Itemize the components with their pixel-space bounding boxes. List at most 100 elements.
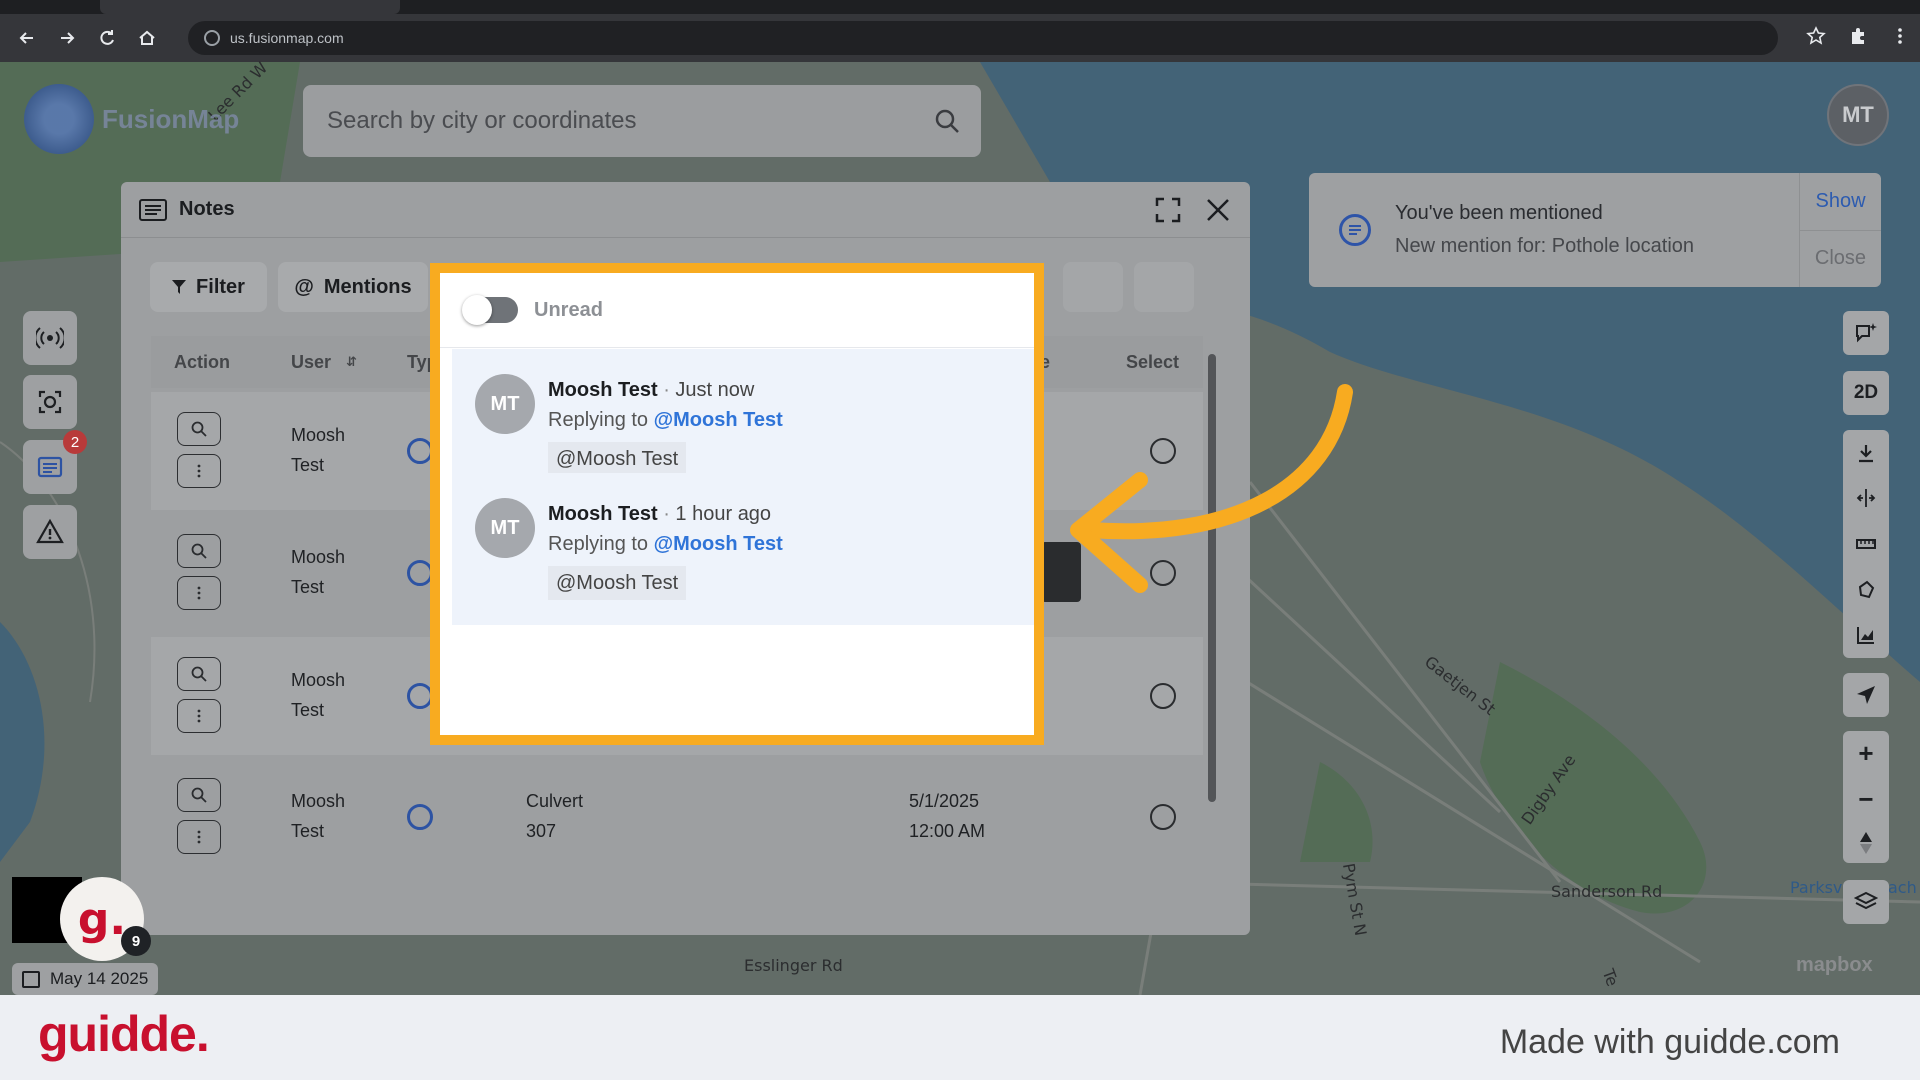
home-icon[interactable] bbox=[134, 25, 160, 51]
row-select-checkbox[interactable] bbox=[1150, 683, 1176, 709]
row-menu-button[interactable] bbox=[177, 820, 221, 854]
draw-polygon-icon[interactable] bbox=[1855, 579, 1877, 601]
zoom-to-note-button[interactable] bbox=[177, 778, 221, 812]
calendar-icon bbox=[22, 970, 40, 988]
reload-icon[interactable] bbox=[94, 25, 120, 51]
notes-count-badge: 2 bbox=[63, 430, 87, 454]
mention-avatar: MT bbox=[475, 498, 535, 558]
mentions-popup: Unread MT Moosh Test · Just now Replying… bbox=[430, 263, 1044, 745]
row-note-date: 5/1/2025 12:00 AM bbox=[909, 791, 986, 841]
scan-button[interactable] bbox=[23, 375, 77, 429]
bookmark-star-icon[interactable] bbox=[1806, 26, 1826, 46]
forward-icon[interactable] bbox=[54, 25, 80, 51]
replying-to-link[interactable]: @Moosh Test bbox=[654, 409, 783, 431]
annotation-arrow-icon bbox=[1070, 384, 1353, 593]
table-row[interactable]: Moosh Test Culvert 307 5/1/2025 12:00 AM bbox=[151, 758, 1203, 876]
broadcast-button[interactable] bbox=[23, 311, 77, 365]
toast-title: You've been mentioned bbox=[1395, 202, 1603, 224]
url-text: us.fusionmap.com bbox=[230, 30, 344, 46]
browser-menu-icon[interactable] bbox=[1890, 26, 1910, 46]
mention-item[interactable]: MT Moosh Test · 1 hour ago Replying to @… bbox=[452, 473, 1034, 625]
toast-close-button[interactable]: Close bbox=[1800, 231, 1881, 288]
row-menu-button[interactable] bbox=[177, 576, 221, 610]
column-user[interactable]: User bbox=[291, 352, 331, 373]
magnify-icon bbox=[191, 787, 207, 803]
more-vertical-icon bbox=[197, 830, 201, 844]
alerts-button[interactable] bbox=[23, 505, 77, 559]
notes-list-icon bbox=[139, 198, 167, 221]
map-road-label: Esslinger Rd bbox=[744, 956, 843, 975]
app-logo[interactable]: FusionMap bbox=[24, 84, 239, 154]
mentions-button[interactable]: @ Mentions bbox=[278, 262, 428, 312]
row-user: Moosh Test bbox=[291, 791, 346, 841]
split-view-icon[interactable] bbox=[1855, 487, 1877, 509]
locate-button[interactable] bbox=[1843, 673, 1889, 717]
extensions-icon[interactable] bbox=[1848, 26, 1868, 46]
zoom-to-note-button[interactable] bbox=[177, 412, 221, 446]
view-mode-button[interactable]: 2D bbox=[1843, 371, 1889, 415]
navigation-arrow-icon bbox=[1857, 686, 1875, 704]
mapbox-attribution[interactable]: mapbox bbox=[1796, 954, 1873, 977]
toast-show-button[interactable]: Show bbox=[1800, 173, 1881, 231]
user-avatar[interactable]: MT bbox=[1827, 84, 1889, 146]
export-button[interactable] bbox=[1063, 262, 1123, 312]
mention-avatar: MT bbox=[475, 374, 535, 434]
address-bar[interactable]: us.fusionmap.com bbox=[188, 21, 1778, 55]
warning-icon bbox=[36, 518, 64, 544]
logo-text: FusionMap bbox=[102, 103, 240, 134]
note-type-icon bbox=[407, 804, 433, 830]
row-menu-button[interactable] bbox=[177, 454, 221, 488]
row-menu-button[interactable] bbox=[177, 699, 221, 733]
row-user: Moosh Test bbox=[291, 547, 346, 597]
notes-icon bbox=[37, 456, 63, 478]
filter-label: Filter bbox=[196, 275, 245, 298]
notes-header: Notes bbox=[121, 182, 1250, 238]
mention-body: @Moosh Test bbox=[548, 566, 687, 600]
delete-button[interactable] bbox=[1134, 262, 1194, 312]
mention-time: Just now bbox=[675, 379, 755, 401]
row-select-checkbox[interactable] bbox=[1150, 804, 1176, 830]
guidde-count-badge: 9 bbox=[121, 926, 151, 956]
guidde-logo: guidde. bbox=[38, 1006, 210, 1062]
ai-sparkle-icon bbox=[1856, 323, 1877, 343]
ai-assistant-button[interactable] bbox=[1843, 311, 1889, 355]
browser-tab-strip bbox=[0, 0, 1920, 14]
guidde-footer: guidde. Made with guidde.com bbox=[0, 995, 1920, 1080]
unread-toggle[interactable] bbox=[462, 295, 518, 325]
row-user: Moosh Test bbox=[291, 425, 346, 475]
close-icon[interactable] bbox=[1204, 196, 1232, 224]
magnify-icon bbox=[191, 543, 207, 559]
date-display[interactable]: May 14 2025 bbox=[12, 963, 159, 995]
mention-time: 1 hour ago bbox=[675, 503, 772, 525]
replying-to-link[interactable]: @Moosh Test bbox=[654, 533, 783, 555]
magnify-icon bbox=[191, 421, 207, 437]
mention-author: Moosh Test bbox=[548, 503, 658, 525]
magnify-icon bbox=[191, 666, 207, 682]
expand-icon[interactable] bbox=[1154, 196, 1182, 224]
search-placeholder: Search by city or coordinates bbox=[327, 107, 637, 134]
chart-icon[interactable] bbox=[1855, 624, 1877, 646]
fusionmap-logo-icon bbox=[24, 84, 94, 154]
mention-author: Moosh Test bbox=[548, 379, 658, 401]
browser-tab[interactable] bbox=[100, 0, 400, 14]
compass-icon[interactable] bbox=[1856, 830, 1876, 856]
sort-icon[interactable]: ⇵ bbox=[346, 354, 357, 370]
search-icon[interactable] bbox=[933, 107, 961, 135]
mention-body: @Moosh Test bbox=[548, 442, 687, 476]
site-info-icon[interactable] bbox=[204, 30, 220, 46]
search-input[interactable]: Search by city or coordinates bbox=[303, 85, 981, 157]
ruler-icon[interactable] bbox=[1855, 533, 1877, 555]
column-action: Action bbox=[174, 351, 230, 372]
row-user: Moosh Test bbox=[291, 670, 346, 720]
mentions-label: Mentions bbox=[323, 275, 412, 298]
zoom-in-button[interactable]: + bbox=[1858, 738, 1873, 769]
zoom-out-button[interactable]: − bbox=[1858, 784, 1873, 815]
layers-button[interactable] bbox=[1843, 880, 1889, 924]
zoom-to-note-button[interactable] bbox=[177, 534, 221, 568]
notes-title: Notes bbox=[179, 198, 235, 220]
filter-button[interactable]: Filter bbox=[150, 262, 267, 312]
replying-prefix: Replying to bbox=[548, 409, 649, 431]
zoom-to-note-button[interactable] bbox=[177, 657, 221, 691]
download-icon[interactable] bbox=[1855, 442, 1877, 464]
back-icon[interactable] bbox=[14, 25, 40, 51]
